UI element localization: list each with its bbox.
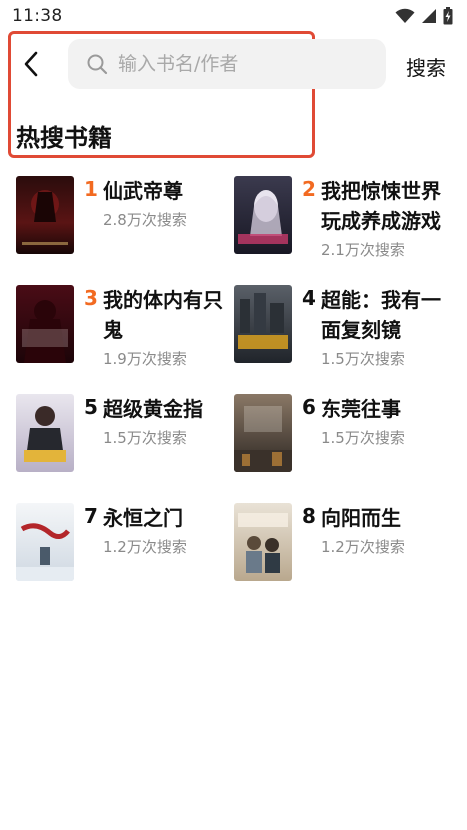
book-item[interactable]: 6 东莞往事 1.5万次搜索 [234,394,454,494]
search-input[interactable] [118,53,368,75]
rank-number: 3 [84,286,98,310]
rank-number: 1 [84,177,98,201]
search-count: 1.9万次搜索 [103,350,187,368]
search-icon [87,54,108,75]
status-time: 11:38 [12,6,63,26]
book-item[interactable]: 8 向阳而生 1.2万次搜索 [234,503,454,603]
book-cover [16,503,74,581]
search-count: 2.1万次搜索 [321,241,405,259]
back-button[interactable] [18,50,44,78]
chevron-left-icon [24,51,38,77]
search-count: 1.5万次搜索 [321,429,405,447]
battery-charging-icon [443,7,453,25]
search-count: 1.5万次搜索 [321,350,405,368]
search-count: 1.2万次搜索 [103,538,187,556]
rank-number: 7 [84,504,98,528]
book-title: 永恒之门 [103,506,183,530]
book-item[interactable]: 7 永恒之门 1.2万次搜索 [16,503,236,603]
rank-number: 4 [302,286,316,310]
book-title: 我的体内有只鬼 [103,288,223,342]
book-cover [234,176,292,254]
book-cover [234,394,292,472]
search-box[interactable] [68,39,386,89]
book-item[interactable]: 4 超能：我有一面复刻镜 1.5万次搜索 [234,285,454,385]
search-count: 1.5万次搜索 [103,429,187,447]
book-cover [234,503,292,581]
rank-number: 2 [302,177,316,201]
book-title: 超能：我有一面复刻镜 [321,288,441,342]
rank-number: 8 [302,504,316,528]
book-cover [16,285,74,363]
book-item[interactable]: 2 我把惊悚世界玩成养成游戏 2.1万次搜索 [234,176,454,276]
cellular-signal-icon [422,9,436,23]
book-item[interactable]: 3 我的体内有只鬼 1.9万次搜索 [16,285,236,385]
section-title: 热搜书籍 [16,124,112,152]
book-item[interactable]: 1 仙武帝尊 2.8万次搜索 [16,176,236,276]
book-title: 超级黄金指 [103,397,203,421]
book-item[interactable]: 5 超级黄金指 1.5万次搜索 [16,394,236,494]
book-title: 我把惊悚世界玩成养成游戏 [321,179,441,233]
book-title: 仙武帝尊 [103,179,183,203]
book-title: 东莞往事 [321,397,401,421]
status-bar: 11:38 [0,0,467,32]
wifi-icon [395,8,415,23]
rank-number: 6 [302,395,316,419]
book-cover [16,394,74,472]
rank-number: 5 [84,395,98,419]
search-button[interactable]: 搜索 [406,52,446,81]
status-icons [395,7,453,25]
search-count: 2.8万次搜索 [103,211,187,229]
book-title: 向阳而生 [321,506,401,530]
search-count: 1.2万次搜索 [321,538,405,556]
book-cover [16,176,74,254]
book-cover [234,285,292,363]
